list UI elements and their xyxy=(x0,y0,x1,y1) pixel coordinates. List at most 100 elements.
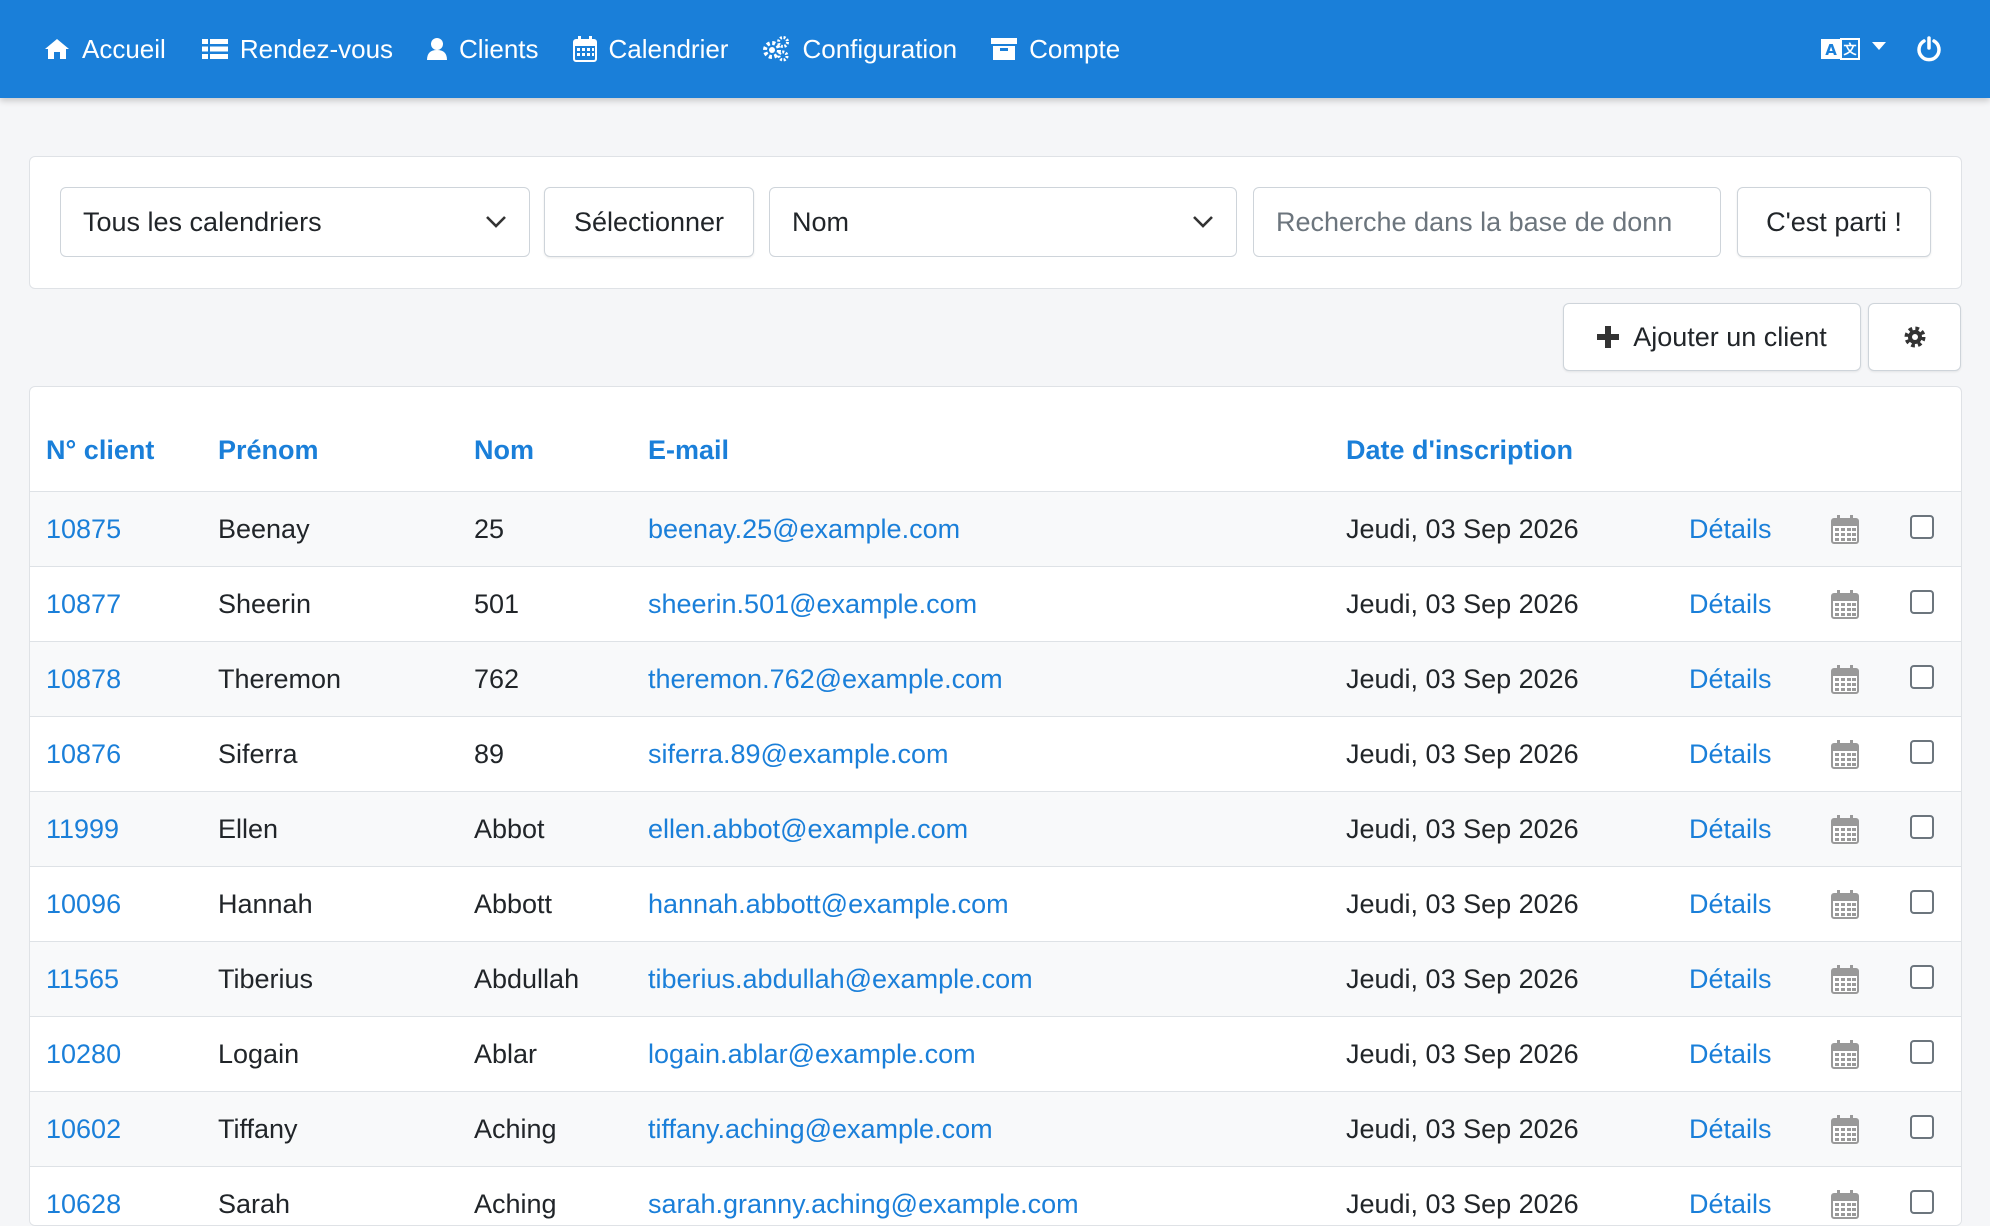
search-field-select[interactable]: Nom xyxy=(769,187,1237,257)
row-select-checkbox[interactable] xyxy=(1910,740,1934,764)
plus-icon xyxy=(1597,326,1620,348)
filter-card: Tous les calendriers Sélectionner Nom C'… xyxy=(29,156,1962,289)
client-signup-date: Jeudi, 03 Sep 2026 xyxy=(1346,513,1579,544)
client-email-link[interactable]: siferra.89@example.com xyxy=(648,717,949,791)
column-header-first-name[interactable]: Prénom xyxy=(218,435,319,466)
client-first-name: Sarah xyxy=(218,1188,291,1219)
nav-item-rendez-vous[interactable]: Rendez-vous xyxy=(201,33,394,65)
nav-item-accueil[interactable]: Accueil xyxy=(44,34,166,65)
client-signup-date: Jeudi, 03 Sep 2026 xyxy=(1346,738,1579,769)
language-dropdown[interactable]: A 文 xyxy=(1820,37,1886,61)
client-details-link[interactable]: Détails xyxy=(1689,792,1772,866)
select-button[interactable]: Sélectionner xyxy=(544,187,754,257)
client-id-link[interactable]: 10877 xyxy=(46,567,121,641)
client-appointments-button[interactable] xyxy=(1831,642,1859,716)
row-select-checkbox[interactable] xyxy=(1910,590,1934,614)
column-header-email[interactable]: E-mail xyxy=(648,435,729,466)
client-select-cell xyxy=(1910,1017,1934,1091)
calendar-icon xyxy=(1831,1114,1859,1144)
calendar-select[interactable]: Tous les calendriers xyxy=(60,187,530,257)
client-email-link[interactable]: ellen.abbot@example.com xyxy=(648,792,968,866)
client-first-name: Tiberius xyxy=(218,963,314,994)
calendar-icon xyxy=(1831,814,1859,844)
calendar-icon xyxy=(1831,964,1859,994)
client-appointments-button[interactable] xyxy=(1831,942,1859,1016)
client-first-name: Hannah xyxy=(218,888,313,919)
table-row: 11565 Tiberius Abdullah tiberius.abdullah@e… xyxy=(30,942,1961,1017)
add-client-button[interactable]: Ajouter un client xyxy=(1563,303,1861,371)
client-first-name: Beenay xyxy=(218,513,310,544)
client-details-link[interactable]: Détails xyxy=(1689,1092,1772,1166)
client-appointments-button[interactable] xyxy=(1831,1092,1859,1166)
row-select-checkbox[interactable] xyxy=(1910,965,1934,989)
client-appointments-button[interactable] xyxy=(1831,1167,1859,1225)
row-select-checkbox[interactable] xyxy=(1910,890,1934,914)
logout-button[interactable] xyxy=(1916,36,1942,62)
client-email-link[interactable]: sarah.granny.aching@example.com xyxy=(648,1167,1079,1225)
client-id-link[interactable]: 11565 xyxy=(46,942,119,1016)
table-row: 10280 Logain Ablar logain.ablar@example.com… xyxy=(30,1017,1961,1092)
nav-item-calendrier[interactable]: Calendrier xyxy=(572,34,728,65)
client-select-cell xyxy=(1910,717,1934,791)
client-first-name: Sheerin xyxy=(218,588,312,619)
client-signup-date: Jeudi, 03 Sep 2026 xyxy=(1346,888,1579,919)
client-appointments-button[interactable] xyxy=(1831,492,1859,566)
client-id-link[interactable]: 10875 xyxy=(46,492,121,566)
client-email-link[interactable]: theremon.762@example.com xyxy=(648,642,1003,716)
client-email-link[interactable]: sheerin.501@example.com xyxy=(648,567,977,641)
nav-item-label: Accueil xyxy=(82,33,166,64)
row-select-checkbox[interactable] xyxy=(1910,1190,1934,1214)
client-appointments-button[interactable] xyxy=(1831,792,1859,866)
client-appointments-button[interactable] xyxy=(1831,717,1859,791)
column-header-id[interactable]: N° client xyxy=(46,435,154,466)
client-id-link[interactable]: 10878 xyxy=(46,642,121,716)
client-last-name: 89 xyxy=(474,738,505,769)
client-signup-date: Jeudi, 03 Sep 2026 xyxy=(1346,1188,1579,1219)
client-appointments-button[interactable] xyxy=(1831,1017,1859,1091)
client-appointments-button[interactable] xyxy=(1831,567,1859,641)
client-details-link[interactable]: Détails xyxy=(1689,492,1772,566)
table-row: 11999 Ellen Abbot ellen.abbot@example.com Je… xyxy=(30,792,1961,867)
settings-button[interactable] xyxy=(1868,303,1961,371)
client-email-link[interactable]: beenay.25@example.com xyxy=(648,492,960,566)
client-details-link[interactable]: Détails xyxy=(1689,942,1772,1016)
client-details-link[interactable]: Détails xyxy=(1689,1017,1772,1091)
search-input[interactable] xyxy=(1253,187,1721,257)
client-select-cell xyxy=(1910,567,1934,641)
client-details-link[interactable]: Détails xyxy=(1689,1167,1772,1225)
client-id-link[interactable]: 10876 xyxy=(46,717,121,791)
client-id-link[interactable]: 10280 xyxy=(46,1017,121,1091)
client-first-name: Logain xyxy=(218,1038,300,1069)
table-row: 10875 Beenay 25 beenay.25@example.com Jeudi,… xyxy=(30,492,1961,567)
client-signup-date: Jeudi, 03 Sep 2026 xyxy=(1346,1038,1579,1069)
client-details-link[interactable]: Détails xyxy=(1689,642,1772,716)
client-email-link[interactable]: tiffany.aching@example.com xyxy=(648,1092,993,1166)
client-id-link[interactable]: 10628 xyxy=(46,1167,121,1225)
calendar-icon xyxy=(1831,739,1859,769)
client-details-link[interactable]: Détails xyxy=(1689,867,1772,941)
row-select-checkbox[interactable] xyxy=(1910,515,1934,539)
row-select-checkbox[interactable] xyxy=(1910,665,1934,689)
nav-item-compte[interactable]: Compte xyxy=(991,34,1120,65)
search-go-button[interactable]: C'est parti ! xyxy=(1737,187,1931,257)
client-email-link[interactable]: hannah.abbott@example.com xyxy=(648,867,1009,941)
client-details-link[interactable]: Détails xyxy=(1689,567,1772,641)
navbar-right: A 文 xyxy=(1820,0,1990,98)
client-id-link[interactable]: 11999 xyxy=(46,792,119,866)
nav-item-clients[interactable]: Clients xyxy=(427,33,539,65)
client-appointments-button[interactable] xyxy=(1831,867,1859,941)
column-header-signup-date[interactable]: Date d'inscription xyxy=(1346,435,1573,466)
nav-item-configuration[interactable]: Configuration xyxy=(762,34,957,65)
row-select-checkbox[interactable] xyxy=(1910,815,1934,839)
client-email-link[interactable]: tiberius.abdullah@example.com xyxy=(648,942,1033,1016)
column-header-last-name[interactable]: Nom xyxy=(474,435,534,466)
client-id-link[interactable]: 10096 xyxy=(46,867,121,941)
nav-item-label: Rendez-vous xyxy=(239,33,394,64)
power-icon xyxy=(1916,36,1942,62)
client-details-link[interactable]: Détails xyxy=(1689,717,1772,791)
row-select-checkbox[interactable] xyxy=(1910,1115,1934,1139)
nav-item-label: Clients xyxy=(459,33,539,64)
client-id-link[interactable]: 10602 xyxy=(46,1092,121,1166)
client-email-link[interactable]: logain.ablar@example.com xyxy=(648,1017,976,1091)
row-select-checkbox[interactable] xyxy=(1910,1040,1934,1064)
